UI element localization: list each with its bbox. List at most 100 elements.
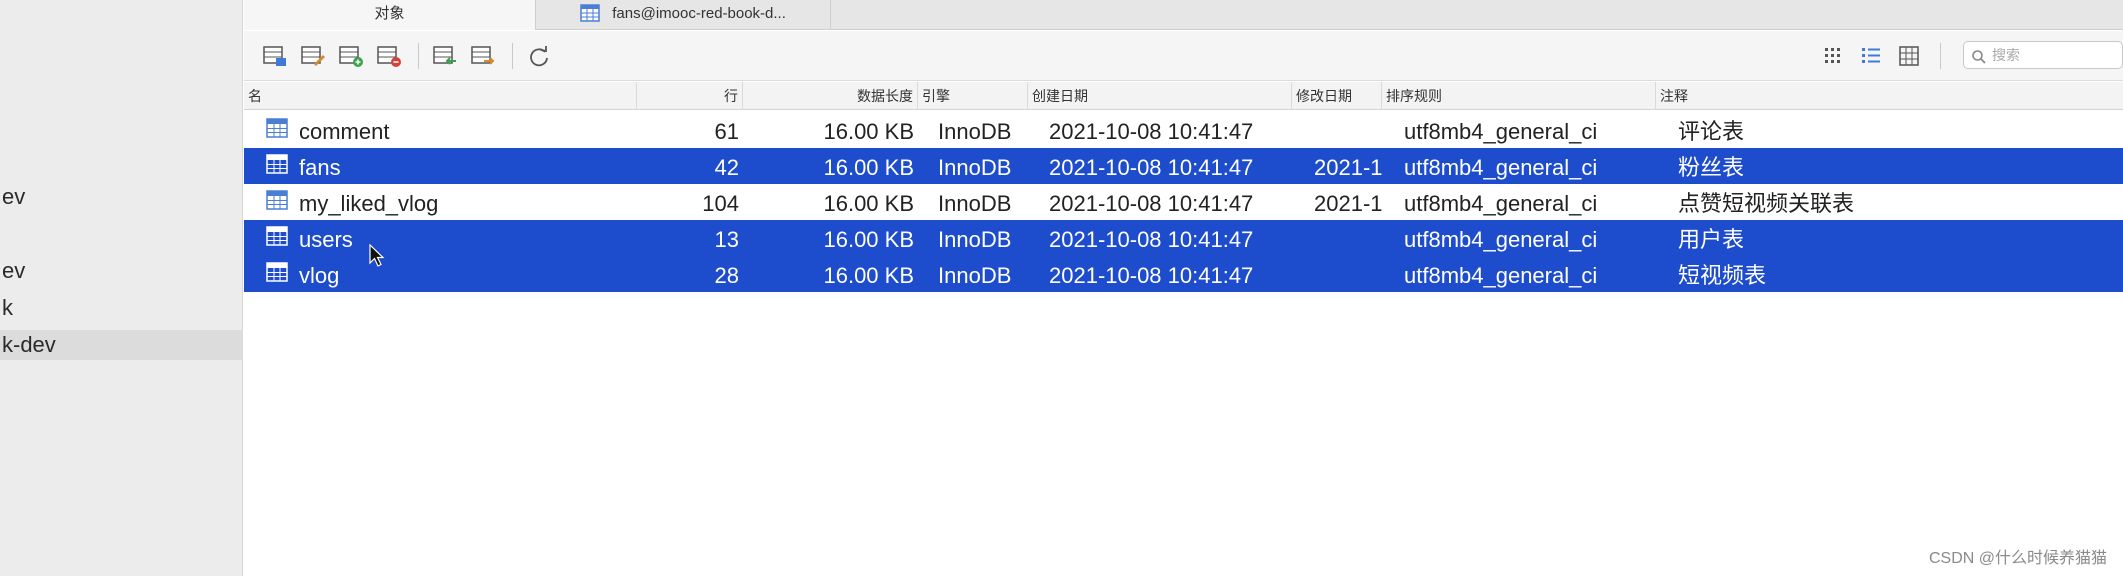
cell-comment: 短视频表 — [1678, 263, 1767, 288]
cell-collation: utf8mb4_general_ci — [1404, 263, 1598, 288]
detail-view-button[interactable] — [1896, 44, 1922, 68]
table-icon — [266, 118, 288, 144]
toolbar: 搜索 — [244, 31, 2123, 81]
sidebar-item-connection-4[interactable]: k-dev — [0, 330, 243, 360]
cell-collation: utf8mb4_general_ci — [1404, 191, 1598, 216]
table-header: 名 行 数据长度 引擎 创建日期 修改日期 排序规则 注释 — [244, 82, 2123, 110]
column-header-collation[interactable]: 排序规则 — [1382, 82, 1656, 110]
cell-comment: 用户表 — [1678, 227, 1745, 252]
cell-rows: 42 — [714, 155, 739, 180]
cell-engine: InnoDB — [938, 191, 1012, 216]
column-header-engine[interactable]: 引擎 — [918, 82, 1028, 110]
cell-name: my_liked_vlog — [299, 191, 439, 216]
cell-created: 2021-10-08 10:41:47 — [1049, 191, 1254, 216]
refresh-icon — [530, 46, 548, 67]
cell-data-length: 16.00 KB — [823, 155, 914, 180]
search-icon — [1971, 47, 1987, 73]
column-header-rows[interactable]: 行 — [637, 82, 743, 110]
table-row-selected[interactable]: users 13 16.00 KB InnoDB 2021-10-08 10:4… — [244, 220, 2123, 256]
cell-name: fans — [299, 155, 341, 180]
cell-collation: utf8mb4_general_ci — [1404, 119, 1598, 144]
cell-created: 2021-10-08 10:41:47 — [1049, 227, 1254, 252]
export-icon — [471, 46, 495, 65]
cell-data-length: 16.00 KB — [823, 191, 914, 216]
cell-data-length: 16.00 KB — [823, 263, 914, 288]
cell-created: 2021-10-08 10:41:47 — [1049, 155, 1254, 180]
watermark: CSDN @什么时候养猫猫 — [1928, 550, 2107, 567]
cell-collation: utf8mb4_general_ci — [1404, 227, 1598, 252]
tab-bar: 对象 fans@imooc-red-book-d... — [244, 0, 2123, 30]
column-header-name[interactable]: 名 — [244, 82, 637, 110]
table-row-selected[interactable]: fans 42 16.00 KB InnoDB 2021-10-08 10:41… — [244, 148, 2123, 184]
search-placeholder: 搜索 — [1992, 47, 2020, 63]
import-wizard-button[interactable] — [432, 44, 458, 68]
tab-objects-label: 对象 — [374, 5, 405, 22]
grid-view-icon — [1825, 48, 1840, 63]
mouse-pointer-icon — [369, 243, 385, 273]
refresh-button[interactable] — [526, 44, 552, 68]
table-icon — [580, 4, 600, 32]
sidebar-item-connection-2[interactable]: ev — [0, 256, 243, 286]
delete-table-button[interactable] — [376, 44, 402, 68]
table-row[interactable]: comment 61 16.00 KB InnoDB 2021-10-08 10… — [244, 112, 2123, 148]
cell-comment: 粉丝表 — [1678, 155, 1745, 180]
cell-rows: 28 — [714, 263, 739, 288]
cell-name: vlog — [299, 263, 340, 288]
cell-collation: utf8mb4_general_ci — [1404, 155, 1598, 180]
table-icon — [266, 226, 288, 252]
list-view-icon — [1862, 48, 1880, 63]
cell-rows: 61 — [714, 119, 739, 144]
column-header-created[interactable]: 创建日期 — [1028, 82, 1292, 110]
import-icon — [433, 46, 456, 65]
main-panel: 对象 fans@imooc-red-book-d... 搜索 名 行 数据长度 … — [244, 0, 2123, 576]
detail-view-icon — [1899, 46, 1919, 66]
table-icon — [266, 190, 288, 216]
tab-fans-table-label: fans@imooc-red-book-d... — [612, 5, 786, 22]
table-icon — [266, 154, 288, 180]
cell-name: users — [299, 227, 353, 252]
cell-engine: InnoDB — [938, 155, 1012, 180]
sidebar-item-connection-1[interactable]: ev — [0, 182, 243, 212]
new-table-button[interactable] — [338, 44, 364, 68]
tab-objects[interactable]: 对象 — [244, 0, 536, 30]
open-table-icon — [263, 46, 286, 66]
column-header-modified[interactable]: 修改日期 — [1292, 82, 1382, 110]
cell-created: 2021-10-08 10:41:47 — [1049, 263, 1254, 288]
cell-rows: 13 — [714, 227, 739, 252]
toolbar-separator — [512, 43, 513, 69]
column-header-comment[interactable]: 注释 — [1656, 82, 2123, 110]
open-table-button[interactable] — [262, 44, 288, 68]
cell-data-length: 16.00 KB — [823, 227, 914, 252]
cell-engine: InnoDB — [938, 119, 1012, 144]
cell-modified — [1314, 112, 1382, 148]
cell-created: 2021-10-08 10:41:47 — [1049, 119, 1254, 144]
grid-view-button[interactable] — [1820, 44, 1846, 68]
cell-modified: 2021-1( — [1314, 191, 1382, 216]
delete-table-icon — [377, 46, 401, 67]
cell-data-length: 16.00 KB — [823, 119, 914, 144]
app-window: ev ev k k-dev 对象 fans@imooc-red-book-d..… — [0, 0, 2123, 576]
export-wizard-button[interactable] — [470, 44, 496, 68]
cell-rows: 104 — [702, 191, 739, 216]
cell-comment: 点赞短视频关联表 — [1678, 191, 1855, 216]
cell-name: comment — [299, 119, 390, 144]
design-table-button[interactable] — [300, 44, 326, 68]
cell-modified — [1314, 220, 1382, 256]
cell-modified — [1314, 256, 1382, 292]
table-icon — [266, 262, 288, 288]
list-view-button[interactable] — [1858, 44, 1884, 68]
sidebar-item-connection-3[interactable]: k — [0, 293, 243, 323]
cell-engine: InnoDB — [938, 227, 1012, 252]
cell-comment: 评论表 — [1678, 119, 1745, 144]
search-input[interactable]: 搜索 — [1963, 41, 2123, 69]
tab-fans-table[interactable]: fans@imooc-red-book-d... — [536, 0, 831, 30]
table-row[interactable]: my_liked_vlog 104 16.00 KB InnoDB 2021-1… — [244, 184, 2123, 220]
design-table-icon — [301, 46, 325, 66]
toolbar-separator — [418, 43, 419, 69]
cell-modified: 2021-1( — [1314, 155, 1382, 180]
column-header-data-length[interactable]: 数据长度 — [743, 82, 918, 110]
toolbar-separator — [1940, 43, 1941, 69]
table-row-selected[interactable]: vlog 28 16.00 KB InnoDB 2021-10-08 10:41… — [244, 256, 2123, 292]
new-table-icon — [339, 46, 363, 67]
cell-engine: InnoDB — [938, 263, 1012, 288]
